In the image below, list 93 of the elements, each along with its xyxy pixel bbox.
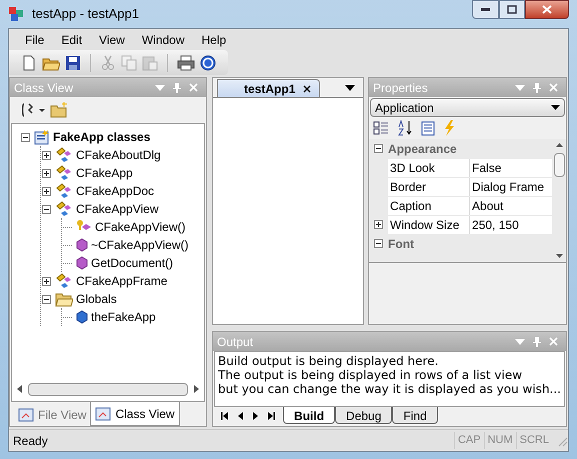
expand-icon[interactable] (42, 186, 51, 196)
maximize-icon (507, 5, 517, 14)
tree-item[interactable]: CFakeAboutDlg (76, 146, 161, 164)
panel-tab[interactable]: Class View (90, 402, 180, 426)
menu-item[interactable]: Window (142, 30, 185, 48)
output-tab[interactable]: Find (392, 407, 438, 424)
property-pages-icon[interactable] (421, 120, 436, 136)
expand-icon[interactable] (42, 276, 51, 286)
output-line: Build output is being displayed here. (218, 354, 440, 368)
folder-icon (55, 292, 73, 306)
close-icon[interactable] (303, 84, 312, 92)
tree-item[interactable]: Globals (76, 290, 117, 308)
window-title: testApp - testApp1 (32, 5, 140, 24)
class-icon (55, 273, 73, 289)
class-icon (55, 147, 73, 163)
property-value[interactable]: About (470, 196, 552, 214)
app-icon (8, 6, 24, 22)
categorized-icon[interactable] (373, 120, 390, 136)
class-icon (55, 165, 73, 181)
maximize-button[interactable] (499, 0, 525, 19)
output-tab[interactable]: Debug (335, 407, 392, 424)
pane-title: Properties (373, 80, 429, 96)
panel-tab[interactable]: File View (14, 404, 90, 426)
scroll-right-icon[interactable] (192, 385, 200, 393)
collapse-icon[interactable] (374, 239, 384, 248)
new-file-icon[interactable] (21, 54, 37, 70)
status-indicator: SCRL (516, 432, 552, 449)
property-category: Appearance (388, 140, 457, 158)
tree-item[interactable]: CFakeAppView (76, 200, 158, 218)
expand-icon[interactable] (374, 220, 384, 229)
method-icon (76, 238, 88, 252)
close-button[interactable] (525, 0, 569, 19)
expand-icon[interactable] (42, 168, 51, 178)
property-value[interactable]: Dialog Frame (470, 178, 552, 196)
class-icon (55, 183, 73, 199)
scrollbar-thumb[interactable] (554, 153, 564, 177)
tree-item[interactable]: CFakeApp (76, 164, 133, 182)
property-value[interactable]: False (470, 158, 552, 176)
tree-item[interactable]: ~CFakeAppView() (91, 236, 188, 254)
document-icon (95, 406, 112, 420)
menu-item[interactable]: View (99, 30, 125, 48)
class-icon (55, 201, 73, 217)
output-tab[interactable]: Build (283, 407, 336, 424)
collapse-icon[interactable] (374, 144, 384, 153)
tree-item[interactable]: CFakeAppView() (95, 218, 186, 236)
scroll-down-icon[interactable] (556, 254, 562, 258)
dropdown-icon (551, 105, 560, 110)
scroll-left-icon[interactable] (16, 385, 24, 393)
minimize-icon (481, 8, 490, 11)
resize-grip-icon[interactable] (556, 434, 568, 446)
tree-item[interactable]: CFakeAppFrame (76, 272, 168, 290)
expand-icon[interactable] (42, 150, 51, 160)
tree-item[interactable]: CFakeAppDoc (76, 182, 154, 200)
printer-icon[interactable] (177, 54, 195, 70)
new-folder-icon[interactable] (50, 102, 68, 118)
tree-item[interactable]: theFakeApp (91, 308, 156, 326)
tree-item[interactable]: GetDocument() (91, 254, 174, 272)
property-name: 3D Look (388, 158, 470, 176)
variable-icon (76, 310, 88, 324)
menu-item[interactable]: Edit (61, 30, 82, 48)
status-message: Ready (12, 432, 49, 450)
property-name: Border (388, 178, 470, 196)
collapse-icon[interactable] (42, 294, 51, 304)
menu-item[interactable]: Help (202, 30, 226, 48)
pane-title: Class View (14, 80, 74, 96)
scroll-up-icon[interactable] (556, 143, 562, 147)
property-value[interactable]: 250, 150 (470, 216, 552, 234)
output-line: The output is being displayed in rows of a list view (218, 368, 524, 382)
menu-item[interactable]: File (25, 30, 44, 48)
document-tab[interactable]: testApp1 (217, 79, 320, 97)
object-dropdown[interactable]: Application (370, 98, 565, 117)
sort-alphabetical-icon[interactable] (397, 120, 414, 136)
tree-item[interactable]: FakeApp classes (53, 128, 150, 146)
property-name: Window Size (388, 216, 470, 234)
first-page-icon[interactable] (221, 412, 228, 420)
next-icon[interactable] (253, 412, 258, 420)
previous-icon[interactable] (238, 412, 244, 420)
close-icon (542, 5, 552, 14)
output-line: but you can change the way it is displayed as you wish... (218, 382, 561, 396)
pane-title: Output (217, 334, 254, 350)
last-page-icon[interactable] (268, 412, 276, 420)
minimize-button[interactable] (472, 0, 499, 19)
scrollbar-thumb[interactable] (28, 382, 188, 396)
class-diagram-icon (34, 129, 50, 145)
status-indicator: CAP (454, 432, 484, 449)
property-name: Caption (388, 196, 470, 214)
collapse-icon[interactable] (42, 204, 51, 214)
document-icon (18, 408, 34, 422)
dropdown-icon[interactable] (345, 85, 356, 91)
method-icon (76, 256, 88, 270)
status-indicator: NUM (484, 432, 516, 449)
collapse-icon[interactable] (21, 132, 30, 142)
property-category: Font (388, 236, 414, 252)
